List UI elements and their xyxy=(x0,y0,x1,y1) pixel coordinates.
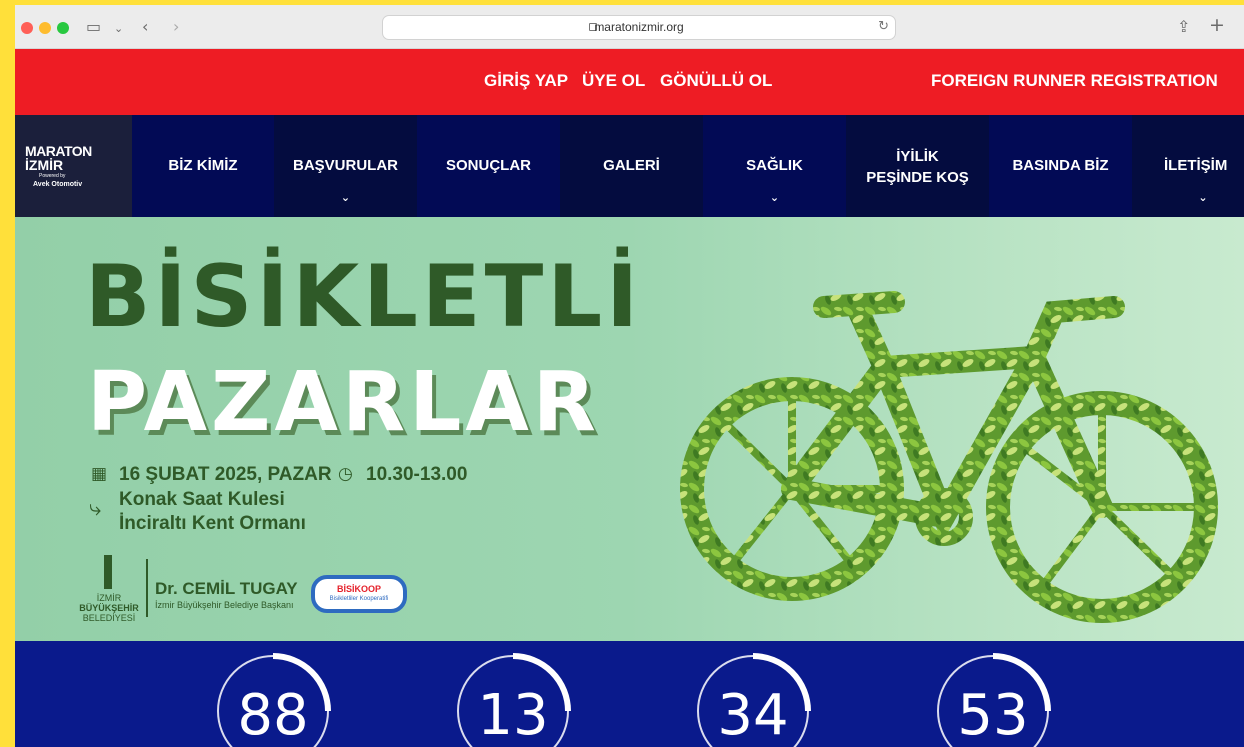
municipality-line3: BELEDİYESİ xyxy=(82,613,136,623)
counter-4: 53 xyxy=(935,653,1051,747)
route-end: İnciraltı Kent Ormanı xyxy=(119,513,306,534)
nav-item-label: BASINDA BİZ xyxy=(1012,157,1109,174)
nav-item-biz-kimiz[interactable]: BİZ KİMİZ xyxy=(132,115,274,217)
izmir-municipality-logo: İZMİR BÜYÜKŞEHİR BELEDİYESİ xyxy=(79,555,139,623)
reload-icon[interactable]: ↻ xyxy=(878,19,889,34)
municipality-line2: BÜYÜKŞEHİR xyxy=(79,603,139,613)
zoom-window-button[interactable] xyxy=(57,22,69,34)
nav-item-label: GALERİ xyxy=(603,157,660,174)
back-icon[interactable]: ‹ xyxy=(142,17,148,37)
clock-icon: ◷ xyxy=(338,464,353,484)
route-icon: ⤷ xyxy=(89,496,102,521)
close-window-button[interactable] xyxy=(21,22,33,34)
nav-item-basinda-biz[interactable]: BASINDA BİZ xyxy=(989,115,1132,217)
event-date: 16 ŞUBAT 2025, PAZAR xyxy=(119,464,332,485)
main-navigation: MARATON İZMİR Powered by Avek Otomotiv B… xyxy=(15,115,1244,217)
nav-item-galeri[interactable]: GALERİ xyxy=(560,115,703,217)
nav-item-label: SAĞLIK xyxy=(746,157,803,174)
new-tab-icon[interactable]: + xyxy=(1209,15,1225,35)
logo-divider xyxy=(146,559,148,617)
mayor-name: Dr. CEMİL TUGAY xyxy=(155,579,298,598)
bisikoop-logo: BİSİKOOP Bisikletliler Kooperatifi xyxy=(311,575,407,613)
mayor-title: İzmir Büyükşehir Belediye Başkanı xyxy=(155,600,294,610)
nav-item-iletisim[interactable]: İLETİŞİM ⌄ xyxy=(1132,115,1244,217)
sidebar-toggle-icon[interactable]: ▭ xyxy=(86,17,101,37)
counter-2: 13 xyxy=(455,653,571,747)
chevron-down-icon: ⌄ xyxy=(769,191,780,204)
chevron-down-icon[interactable]: ⌄ xyxy=(114,19,123,39)
nav-item-saglik[interactable]: SAĞLIK ⌄ xyxy=(703,115,846,217)
event-time: 10.30-13.00 xyxy=(366,464,468,485)
volunteer-link[interactable]: GÖNÜLLÜ OL xyxy=(660,71,772,91)
nav-item-basvurular[interactable]: BAŞVURULAR ⌄ xyxy=(274,115,417,217)
chevron-down-icon: ⌄ xyxy=(1198,191,1208,204)
counter-3: 34 xyxy=(695,653,811,747)
clock-tower-icon xyxy=(104,555,112,589)
chevron-down-icon: ⌄ xyxy=(340,191,351,204)
stats-counters: 88 13 34 53 xyxy=(15,641,1244,747)
foreign-runner-link[interactable]: FOREIGN RUNNER REGISTRATION xyxy=(931,71,1218,91)
address-bar[interactable]: maratonizmir.org ↻ xyxy=(382,15,896,40)
hero-title-line2: PAZARLAR xyxy=(87,355,600,450)
nav-item-label: İLETİŞİM xyxy=(1164,157,1228,174)
login-link[interactable]: GİRİŞ YAP xyxy=(484,71,568,91)
counter-value: 88 xyxy=(237,683,309,747)
logo-powered: Powered by xyxy=(39,173,66,179)
counter-1: 88 xyxy=(215,653,331,747)
nav-item-label: SONUÇLAR xyxy=(446,157,531,174)
forward-icon[interactable]: › xyxy=(173,17,179,37)
calendar-icon: ▦ xyxy=(91,464,108,484)
nav-item-label: BAŞVURULAR xyxy=(293,157,398,174)
nav-item-label: İYİLİK PEŞİNDE KOŞ xyxy=(866,148,969,186)
browser-toolbar: ▭ ⌄ ‹ › maratonizmir.org ↻ ⇪ + xyxy=(15,5,1244,49)
leaf-bicycle-illustration xyxy=(680,291,1218,623)
logo-line2: İZMİR xyxy=(25,157,64,173)
hero-title-line1: BİSİKLETLİ xyxy=(85,247,643,347)
url-text: maratonizmir.org xyxy=(594,20,684,34)
municipality-line1: İZMİR xyxy=(96,593,122,603)
share-icon[interactable]: ⇪ xyxy=(1177,17,1190,37)
counter-value: 13 xyxy=(477,683,549,747)
browser-window: ▭ ⌄ ‹ › maratonizmir.org ↻ ⇪ + GİRİŞ YAP… xyxy=(15,5,1244,747)
partner-name: BİSİKOOP xyxy=(336,584,381,594)
minimize-window-button[interactable] xyxy=(39,22,51,34)
site-logo[interactable]: MARATON İZMİR Powered by Avek Otomotiv xyxy=(15,115,132,217)
hero-banner[interactable]: BİSİKLETLİ PAZARLAR ▦ 16 ŞUBAT 2025, PAZ… xyxy=(15,217,1244,641)
top-link-bar: GİRİŞ YAP ÜYE OL GÖNÜLLÜ OL FOREIGN RUNN… xyxy=(15,49,1244,115)
nav-item-iyilik-pesinde-kos[interactable]: İYİLİK PEŞİNDE KOŞ xyxy=(846,115,989,217)
counter-value: 34 xyxy=(717,683,789,747)
counter-value: 53 xyxy=(957,683,1029,747)
partner-subtitle: Bisikletliler Kooperatifi xyxy=(329,596,389,602)
nav-item-sonuclar[interactable]: SONUÇLAR xyxy=(417,115,560,217)
route-start: Konak Saat Kulesi xyxy=(119,489,285,510)
signup-link[interactable]: ÜYE OL xyxy=(582,71,645,91)
logo-sponsor: Avek Otomotiv xyxy=(33,181,83,188)
nav-item-label: BİZ KİMİZ xyxy=(168,157,238,174)
